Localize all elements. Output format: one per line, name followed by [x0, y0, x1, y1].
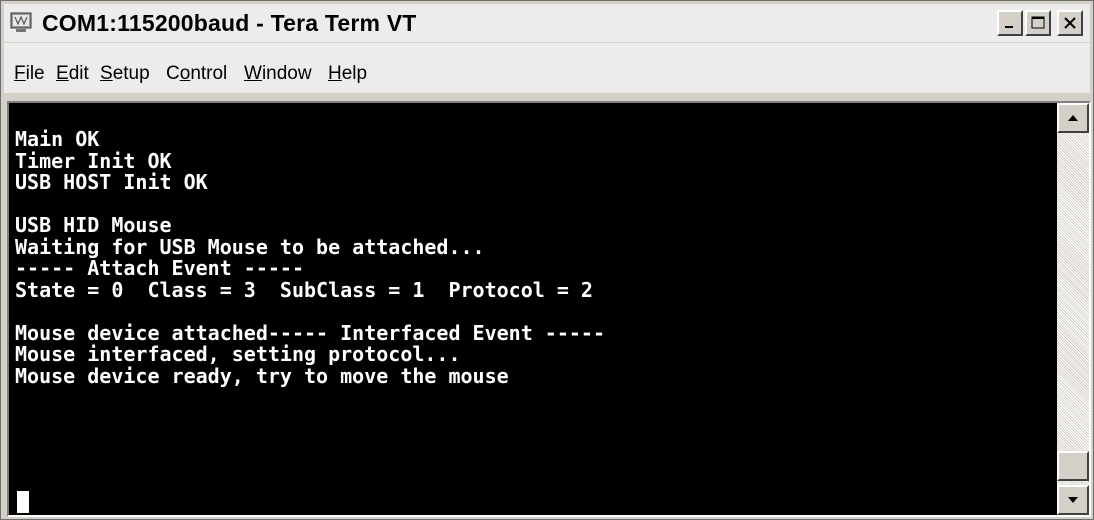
- arrow-up-icon: [1068, 115, 1078, 121]
- title-bar[interactable]: COM1:115200baud - Tera Term VT: [4, 4, 1090, 42]
- terminal-line: Waiting for USB Mouse to be attached...: [15, 234, 485, 259]
- minimize-button[interactable]: [997, 10, 1023, 36]
- tera-term-window: COM1:115200baud - Tera Term VT File Edit…: [0, 0, 1094, 520]
- scroll-up-button[interactable]: [1057, 103, 1089, 133]
- scrollbar-thumb[interactable]: [1057, 451, 1089, 481]
- menu-help[interactable]: Help: [328, 63, 367, 85]
- scroll-down-button[interactable]: [1057, 485, 1089, 515]
- terminal-frame: Main OK Timer Init OK USB HOST Init OK U…: [7, 101, 1091, 517]
- terminal-line: Mouse device ready, try to move the mous…: [15, 363, 509, 388]
- terminal-line: Timer Init OK: [15, 148, 172, 173]
- menu-file[interactable]: File: [14, 63, 45, 85]
- maximize-icon: [1031, 16, 1045, 29]
- terminal-line: ----- Attach Event -----: [15, 256, 304, 280]
- terminal-line: Mouse device attached----- Interfaced Ev…: [15, 320, 606, 345]
- menu-edit[interactable]: Edit: [56, 63, 89, 85]
- terminal-line: Main OK: [15, 127, 100, 151]
- vertical-scrollbar[interactable]: [1057, 103, 1089, 515]
- close-button[interactable]: [1057, 10, 1083, 36]
- menu-bar: File Edit Setup Control Window Help: [4, 43, 1090, 93]
- terminal-line: Mouse interfaced, setting protocol...: [15, 342, 461, 366]
- menu-window[interactable]: Window: [244, 63, 312, 85]
- close-icon: [1064, 17, 1076, 29]
- terminal-line: USB HOST Init OK: [15, 170, 208, 194]
- menu-setup[interactable]: Setup: [100, 63, 150, 85]
- maximize-button[interactable]: [1025, 10, 1051, 36]
- tera-term-icon[interactable]: [10, 12, 32, 34]
- terminal-line: USB HID Mouse: [15, 213, 172, 237]
- terminal-output: Main OK Timer Init OK USB HOST Init OK U…: [15, 127, 606, 388]
- terminal-line: State = 0 Class = 3 SubClass = 1 Protoco…: [15, 277, 593, 302]
- minimize-icon: [1005, 26, 1013, 28]
- text-cursor: [17, 491, 29, 513]
- arrow-down-icon: [1068, 497, 1078, 503]
- terminal-screen[interactable]: Main OK Timer Init OK USB HOST Init OK U…: [9, 103, 1059, 515]
- menu-control[interactable]: Control: [166, 63, 227, 85]
- window-title: COM1:115200baud - Tera Term VT: [42, 10, 417, 36]
